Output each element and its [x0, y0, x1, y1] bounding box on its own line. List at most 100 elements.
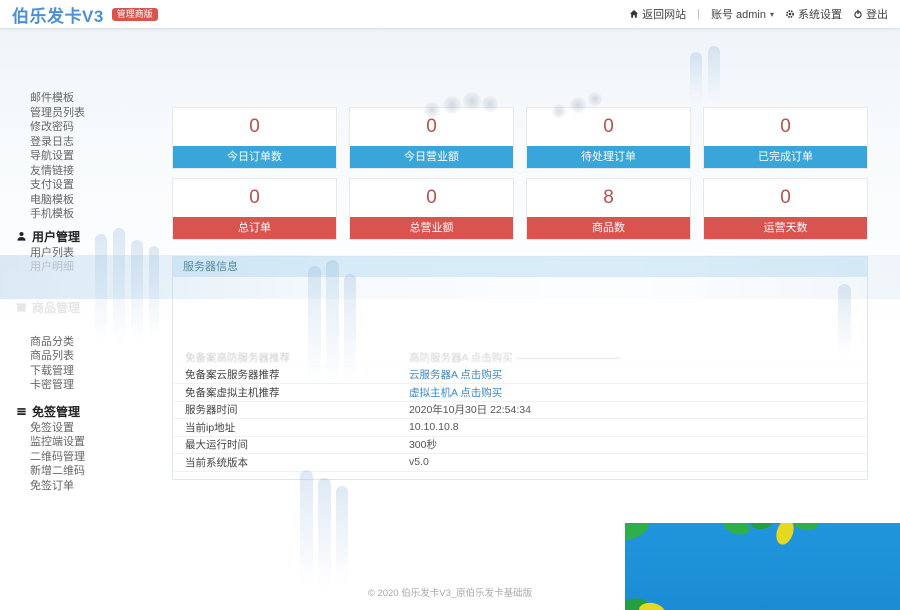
nav-system-settings[interactable]: 系统设置: [785, 6, 842, 22]
stat-card: 0运营天数: [703, 178, 868, 240]
sidebar-group: 用户管理用户列表用户明细: [0, 228, 150, 275]
stat-value: 0: [527, 108, 690, 146]
sidebar-item-支付设置[interactable]: 支付设置: [0, 178, 150, 193]
list-icon: [16, 406, 27, 417]
watermark-bar: [300, 470, 313, 590]
row-label: 免备案云服务器推荐: [173, 367, 409, 382]
sidebar-item-导航设置[interactable]: 导航设置: [0, 149, 150, 164]
row-value: 10.10.10.8: [409, 421, 867, 433]
sidebar-header-商品管理[interactable]: 商品管理: [0, 299, 150, 317]
stat-value: 0: [173, 108, 336, 146]
sidebar-header-label: 免签管理: [32, 403, 80, 421]
sidebar-item-免签设置[interactable]: 免签设置: [0, 421, 150, 436]
server-info-panel: 服务器信息 免备案高防服务器推荐高防服务器A 点击购买 ——————————免备…: [172, 256, 868, 480]
version-badge: 管理商版: [112, 8, 158, 21]
sidebar-item-商品列表[interactable]: 商品列表: [0, 349, 150, 364]
row-value: 300秒: [409, 437, 867, 452]
sidebar-item-商品分类[interactable]: 商品分类: [0, 335, 150, 350]
stat-cards-row: 0总订单0总营业额8商品数0运营天数: [172, 178, 868, 240]
stat-value: 0: [704, 108, 867, 146]
stat-value: 0: [350, 108, 513, 146]
stat-card: 8商品数: [526, 178, 691, 240]
stat-card: 0今日订单数: [172, 107, 337, 169]
sidebar-item-管理员列表[interactable]: 管理员列表: [0, 106, 150, 121]
stat-card: 0已完成订单: [703, 107, 868, 169]
sidebar-spacer: [0, 317, 150, 335]
panel-title: 服务器信息: [173, 257, 867, 277]
stat-card: 0总订单: [172, 178, 337, 240]
app-logo: 伯乐发卡V3: [12, 2, 104, 27]
sidebar-group: 免签管理免签设置监控端设置二维码管理新增二维码免签订单: [0, 403, 150, 494]
nav-separator: |: [697, 8, 700, 20]
stat-value: 0: [704, 179, 867, 217]
stat-card: 0今日营业额: [349, 107, 514, 169]
sidebar: 邮件模板管理员列表修改密码登录日志导航设置友情链接支付设置电脑模板手机模板用户管…: [0, 28, 150, 610]
sidebar-header-用户管理[interactable]: 用户管理: [0, 228, 150, 246]
stat-value: 8: [527, 179, 690, 217]
stat-label: 今日营业额: [350, 146, 513, 168]
power-icon: [853, 9, 863, 19]
nav-logout[interactable]: 登出: [853, 6, 888, 22]
sidebar-header-免签管理[interactable]: 免签管理: [0, 403, 150, 421]
sidebar-item-用户明细[interactable]: 用户明细: [0, 260, 150, 275]
nav-account[interactable]: 账号 admin ▾: [711, 6, 774, 22]
table-row: 当前系统版本v5.0: [173, 454, 867, 472]
panel-bottom-pad: [173, 472, 867, 479]
nav-label: 系统设置: [798, 6, 842, 22]
gear-icon: [785, 9, 795, 19]
sidebar-item-用户列表[interactable]: 用户列表: [0, 246, 150, 261]
table-row: 最大运行时间300秒: [173, 437, 867, 455]
header-nav: 返回网站 | 账号 admin ▾ 系统设置 登出: [629, 6, 888, 22]
top-header: 伯乐发卡V3 管理商版 返回网站 | 账号 admin ▾ 系统设置 登出: [0, 0, 900, 28]
nav-return-site[interactable]: 返回网站: [629, 6, 686, 22]
stat-label: 总营业额: [350, 217, 513, 239]
stat-label: 已完成订单: [704, 146, 867, 168]
row-label: 服务器时间: [173, 402, 409, 417]
sidebar-item-邮件模板[interactable]: 邮件模板: [0, 91, 150, 106]
home-icon: [629, 9, 639, 19]
sidebar-item-下载管理[interactable]: 下载管理: [0, 364, 150, 379]
sidebar-header-label: 商品管理: [32, 299, 80, 317]
stat-value: 0: [173, 179, 336, 217]
sidebar-item-卡密管理[interactable]: 卡密管理: [0, 378, 150, 393]
sidebar-item-修改密码[interactable]: 修改密码: [0, 120, 150, 135]
promo-image[interactable]: [625, 523, 900, 610]
stat-card: 0待处理订单: [526, 107, 691, 169]
leaf-decoration: [625, 523, 900, 610]
sidebar-item-监控端设置[interactable]: 监控端设置: [0, 435, 150, 450]
table-row: 免备案虚拟主机推荐虚拟主机A 点击购买: [173, 384, 867, 402]
watermark-bar: [149, 246, 159, 340]
sidebar-item-友情链接[interactable]: 友情链接: [0, 164, 150, 179]
row-label: 当前系统版本: [173, 455, 409, 470]
stat-label: 今日订单数: [173, 146, 336, 168]
row-value[interactable]: 虚拟主机A 点击购买: [409, 385, 867, 400]
row-value: 高防服务器A 点击购买 ——————————: [409, 350, 867, 365]
sidebar-item-手机模板[interactable]: 手机模板: [0, 207, 150, 222]
table-row: 服务器时间2020年10月30日 22:54:34: [173, 402, 867, 420]
caret-down-icon: ▾: [770, 10, 774, 19]
sidebar-group: 商品管理商品分类商品列表下载管理卡密管理: [0, 299, 150, 393]
sidebar-group: 邮件模板管理员列表修改密码登录日志导航设置友情链接支付设置电脑模板手机模板: [0, 91, 150, 222]
nav-label: 账号 admin: [711, 6, 766, 22]
table-row: 当前ip地址10.10.10.8: [173, 419, 867, 437]
sidebar-item-登录日志[interactable]: 登录日志: [0, 135, 150, 150]
stat-label: 总订单: [173, 217, 336, 239]
stat-label: 运营天数: [704, 217, 867, 239]
row-value[interactable]: 云服务器A 点击购买: [409, 367, 867, 382]
main-content: 0今日订单数0今日营业额0待处理订单0已完成订单0总订单0总营业额8商品数0运营…: [172, 28, 868, 480]
sidebar-item-新增二维码[interactable]: 新增二维码: [0, 464, 150, 479]
row-label: 最大运行时间: [173, 437, 409, 452]
watermark-bar: [318, 478, 331, 590]
sidebar-item-免签订单[interactable]: 免签订单: [0, 479, 150, 494]
server-info-table: 免备案高防服务器推荐高防服务器A 点击购买 ——————————免备案云服务器推…: [173, 349, 867, 472]
stat-label: 商品数: [527, 217, 690, 239]
sidebar-header-label: 用户管理: [32, 228, 80, 246]
box-icon: [16, 302, 27, 313]
row-label: 当前ip地址: [173, 420, 409, 435]
stat-label: 待处理订单: [527, 146, 690, 168]
table-row: 免备案云服务器推荐云服务器A 点击购买: [173, 367, 867, 385]
sidebar-item-二维码管理[interactable]: 二维码管理: [0, 450, 150, 465]
sidebar-item-电脑模板[interactable]: 电脑模板: [0, 193, 150, 208]
nav-label: 登出: [866, 6, 888, 22]
stat-cards-row: 0今日订单数0今日营业额0待处理订单0已完成订单: [172, 107, 868, 169]
